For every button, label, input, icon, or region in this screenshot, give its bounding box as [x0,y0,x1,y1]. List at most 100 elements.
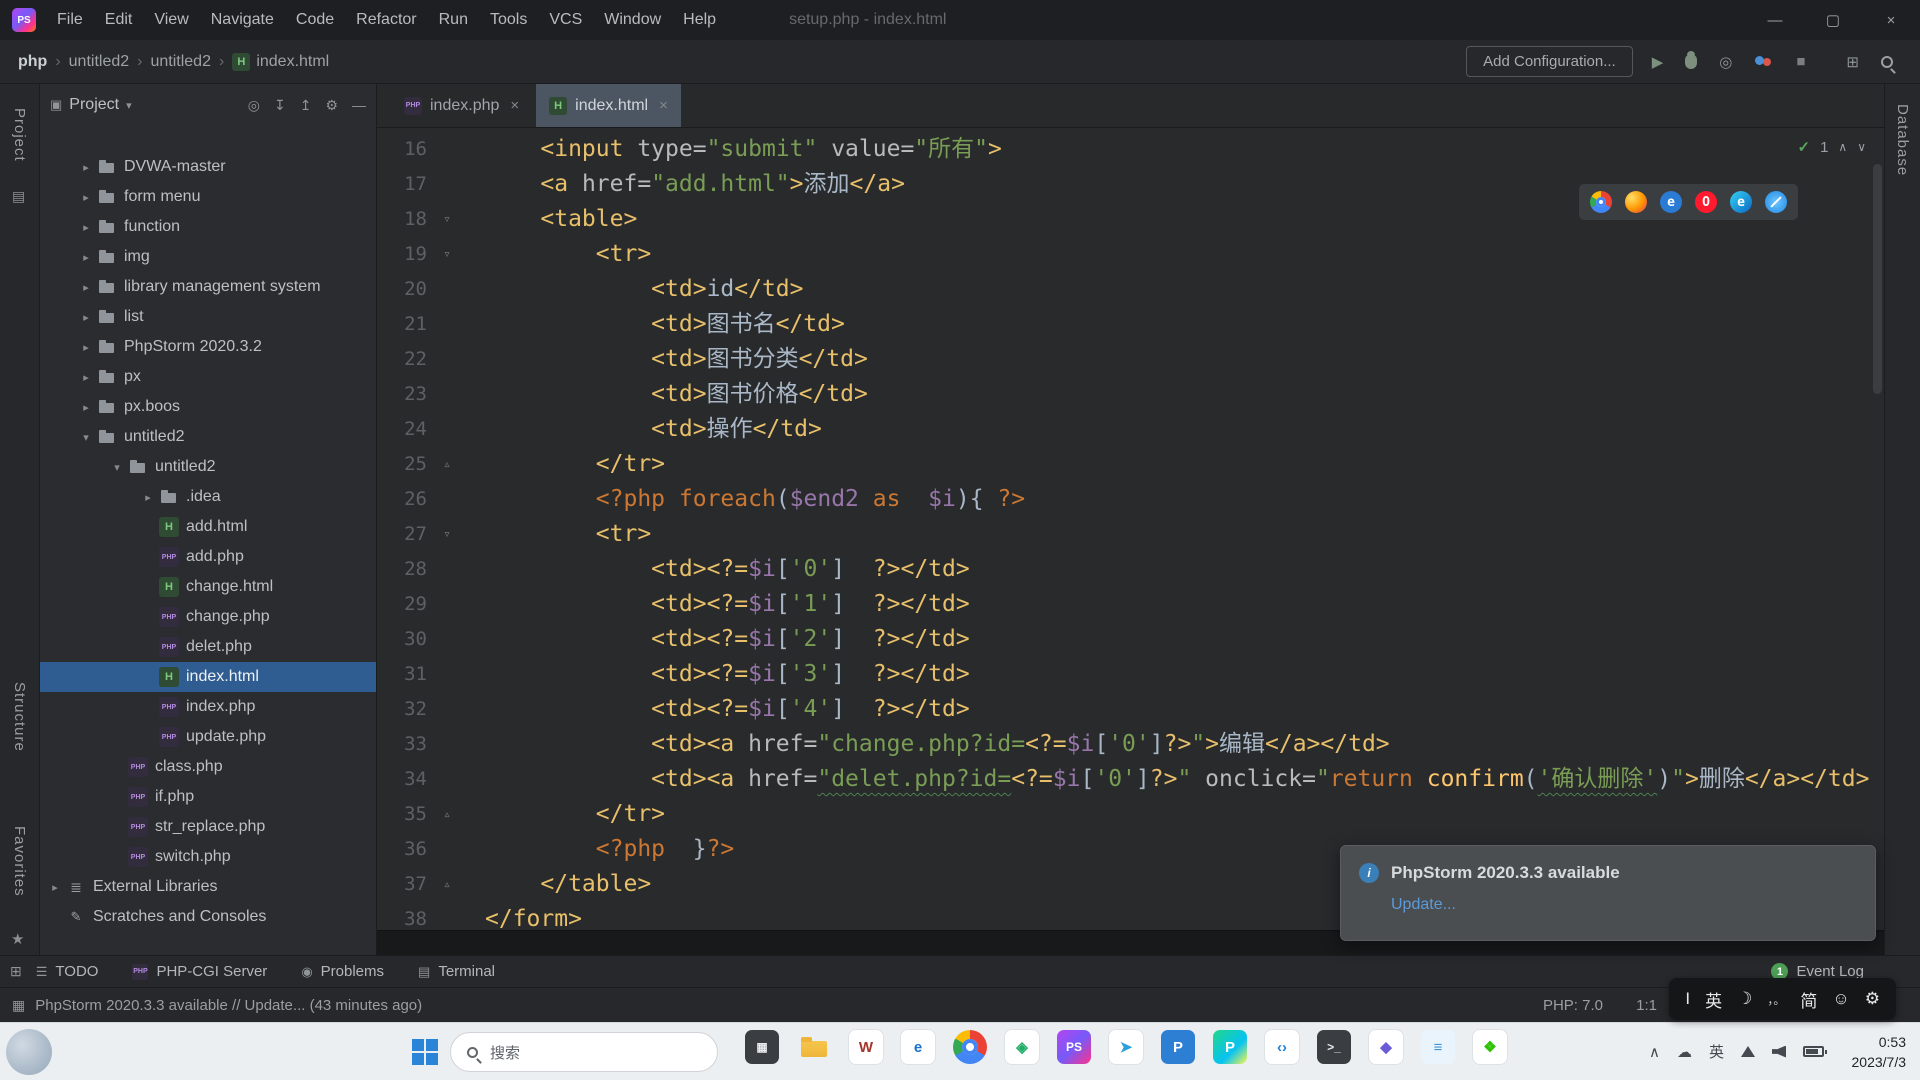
editor-tab-index-html[interactable]: Hindex.html× [536,84,681,127]
tree-item-img[interactable]: ▸img [40,242,376,272]
code-line-16[interactable]: 16 <input type="submit" value="所有"> [377,132,1884,167]
code-line-31[interactable]: 31 <td><?=$i['3'] ?></td> [377,657,1884,692]
menu-edit[interactable]: Edit [94,0,144,40]
code-line-32[interactable]: 32 <td><?=$i['4'] ?></td> [377,692,1884,727]
chrome-browser[interactable] [953,1030,987,1064]
weather-widget-icon[interactable] [6,1029,52,1075]
edge-browser[interactable]: e [901,1030,935,1064]
opera-icon[interactable]: O [1695,191,1717,213]
stop-icon[interactable]: ■ [1796,53,1805,70]
code-line-21[interactable]: 21 <td>图书名</td> [377,307,1884,342]
cloud-sync-icon[interactable]: ☁ [1677,1043,1692,1061]
todo-tool[interactable]: ☰TODO [36,963,99,980]
phpstorm-app[interactable]: PS [1057,1030,1091,1064]
code-line-22[interactable]: 22 <td>图书分类</td> [377,342,1884,377]
code-line-23[interactable]: 23 <td>图书价格</td> [377,377,1884,412]
ime-halfwidth-icon[interactable]: ☽ [1737,989,1752,1009]
menu-help[interactable]: Help [672,0,727,40]
close-icon[interactable]: × [510,97,519,114]
search-everywhere-icon[interactable] [1881,56,1893,68]
start-button[interactable] [412,1039,424,1051]
code-with-me-icon[interactable] [1754,54,1774,69]
menu-code[interactable]: Code [285,0,345,40]
ie-icon[interactable]: e [1660,191,1682,213]
code-line-30[interactable]: 30 <td><?=$i['2'] ?></td> [377,622,1884,657]
minimize-button[interactable]: — [1746,0,1804,40]
wechat-app[interactable]: ❖ [1473,1030,1507,1064]
problems-tool[interactable]: ◉Problems [301,963,384,980]
tree-item-form-menu[interactable]: ▸form menu [40,182,376,212]
breadcrumb-php[interactable]: php [14,51,51,73]
code-line-20[interactable]: 20 <td>id</td> [377,272,1884,307]
tool-window-button-project[interactable]: Project [11,108,28,162]
tool-window-button-structure[interactable]: Structure [11,682,28,752]
prev-problem-icon[interactable]: ∧ [1838,140,1847,154]
telegram-app[interactable]: ➤ [1109,1030,1143,1064]
tray-expand-icon[interactable]: ∧ [1649,1043,1660,1061]
debug-icon[interactable] [1685,54,1697,69]
breadcrumb-untitled2[interactable]: untitled2 [65,51,134,73]
blue-docs-app[interactable]: P [1161,1030,1195,1064]
firefox-icon[interactable] [1625,191,1647,213]
expand-all-icon[interactable]: ↧ [274,97,286,114]
notes-app[interactable]: ≡ [1421,1030,1455,1064]
code-line-29[interactable]: 29 <td><?=$i['1'] ?></td> [377,587,1884,622]
tree-item-px[interactable]: ▸px [40,362,376,392]
code-line-34[interactable]: 34 <td><a href="delet.php?id=<?=$i['0']?… [377,762,1884,797]
caret-position-widget[interactable]: 1:1 [1636,997,1657,1014]
next-problem-icon[interactable]: ∨ [1857,140,1866,154]
tree-item-scratches-and-consoles[interactable]: ✎Scratches and Consoles [40,902,376,932]
tree-chevron-icon[interactable]: ▸ [75,371,97,384]
tree-item-delet-php[interactable]: PHPdelet.php [40,632,376,662]
meeting-app[interactable]: ◆ [1369,1030,1403,1064]
tree-chevron-icon[interactable]: ▸ [75,401,97,414]
fold-marker-icon[interactable]: ▵ [427,797,467,832]
tree-item-function[interactable]: ▸function [40,212,376,242]
tree-item-untitled2[interactable]: ▾untitled2 [40,422,376,452]
tree-chevron-icon[interactable]: ▸ [44,881,66,894]
terminal-app[interactable]: >_ [1317,1030,1351,1064]
code-line-33[interactable]: 33 <td><a href="change.php?id=<?=$i['0']… [377,727,1884,762]
menu-run[interactable]: Run [428,0,479,40]
update-link[interactable]: Update... [1391,896,1456,914]
ime-emoji-icon[interactable]: ☺ [1832,989,1849,1009]
ime-simplified-indicator[interactable]: 简 [1800,987,1817,1012]
tree-item-external-libraries[interactable]: ▸≣External Libraries [40,872,376,902]
run-icon[interactable]: ▶ [1652,53,1664,71]
menu-tools[interactable]: Tools [479,0,538,40]
code-editor[interactable]: 16 <input type="submit" value="所有">17 <a… [377,128,1884,930]
volume-icon[interactable] [1772,1046,1786,1058]
taskbar-clock[interactable]: 0:53 2023/7/3 [1852,1033,1907,1072]
menu-vcs[interactable]: VCS [538,0,593,40]
tree-chevron-icon[interactable]: ▾ [106,461,128,474]
favorites-star-icon[interactable]: ★ [11,930,24,948]
fold-marker-icon[interactable]: ▿ [427,202,467,237]
tree-item-px-boos[interactable]: ▸px.boos [40,392,376,422]
vscode-app[interactable]: ‹› [1265,1030,1299,1064]
close-icon[interactable]: × [659,97,668,114]
coverage-icon[interactable]: ◎ [1719,53,1732,71]
tree-chevron-icon[interactable]: ▾ [75,431,97,444]
fold-marker-icon[interactable]: ▵ [427,447,467,482]
code-line-24[interactable]: 24 <td>操作</td> [377,412,1884,447]
collapse-all-icon[interactable]: ↥ [300,97,312,114]
tree-item-list[interactable]: ▸list [40,302,376,332]
fold-marker-icon[interactable]: ▿ [427,237,467,272]
ime-punct-icon[interactable]: ，。 [1767,991,1785,1008]
tree-item-if-php[interactable]: PHPif.php [40,782,376,812]
tree-item-idea[interactable]: ▸.idea [40,482,376,512]
tree-chevron-icon[interactable]: ▸ [75,311,97,324]
tree-item-untitled2[interactable]: ▾untitled2 [40,452,376,482]
editor-tab-index-php[interactable]: PHPindex.php× [391,84,532,127]
maximize-button[interactable]: ▢ [1804,0,1862,40]
edge-icon[interactable]: e [1730,191,1752,213]
code-line-25[interactable]: 25▵ </tr> [377,447,1884,482]
tool-window-button-database[interactable]: Database [1894,104,1911,176]
layout-icon[interactable]: ⊞ [1846,53,1859,71]
code-line-28[interactable]: 28 <td><?=$i['0'] ?></td> [377,552,1884,587]
tree-item-dvwa-master[interactable]: ▸DVWA-master [40,152,376,182]
safari-icon[interactable] [1765,191,1787,213]
inspection-widget[interactable]: ✓ 1 ∧ ∨ [1797,138,1866,156]
php-version-widget[interactable]: PHP: 7.0 [1543,997,1603,1014]
code-line-26[interactable]: 26 <?php foreach($end2 as $i){ ?> [377,482,1884,517]
